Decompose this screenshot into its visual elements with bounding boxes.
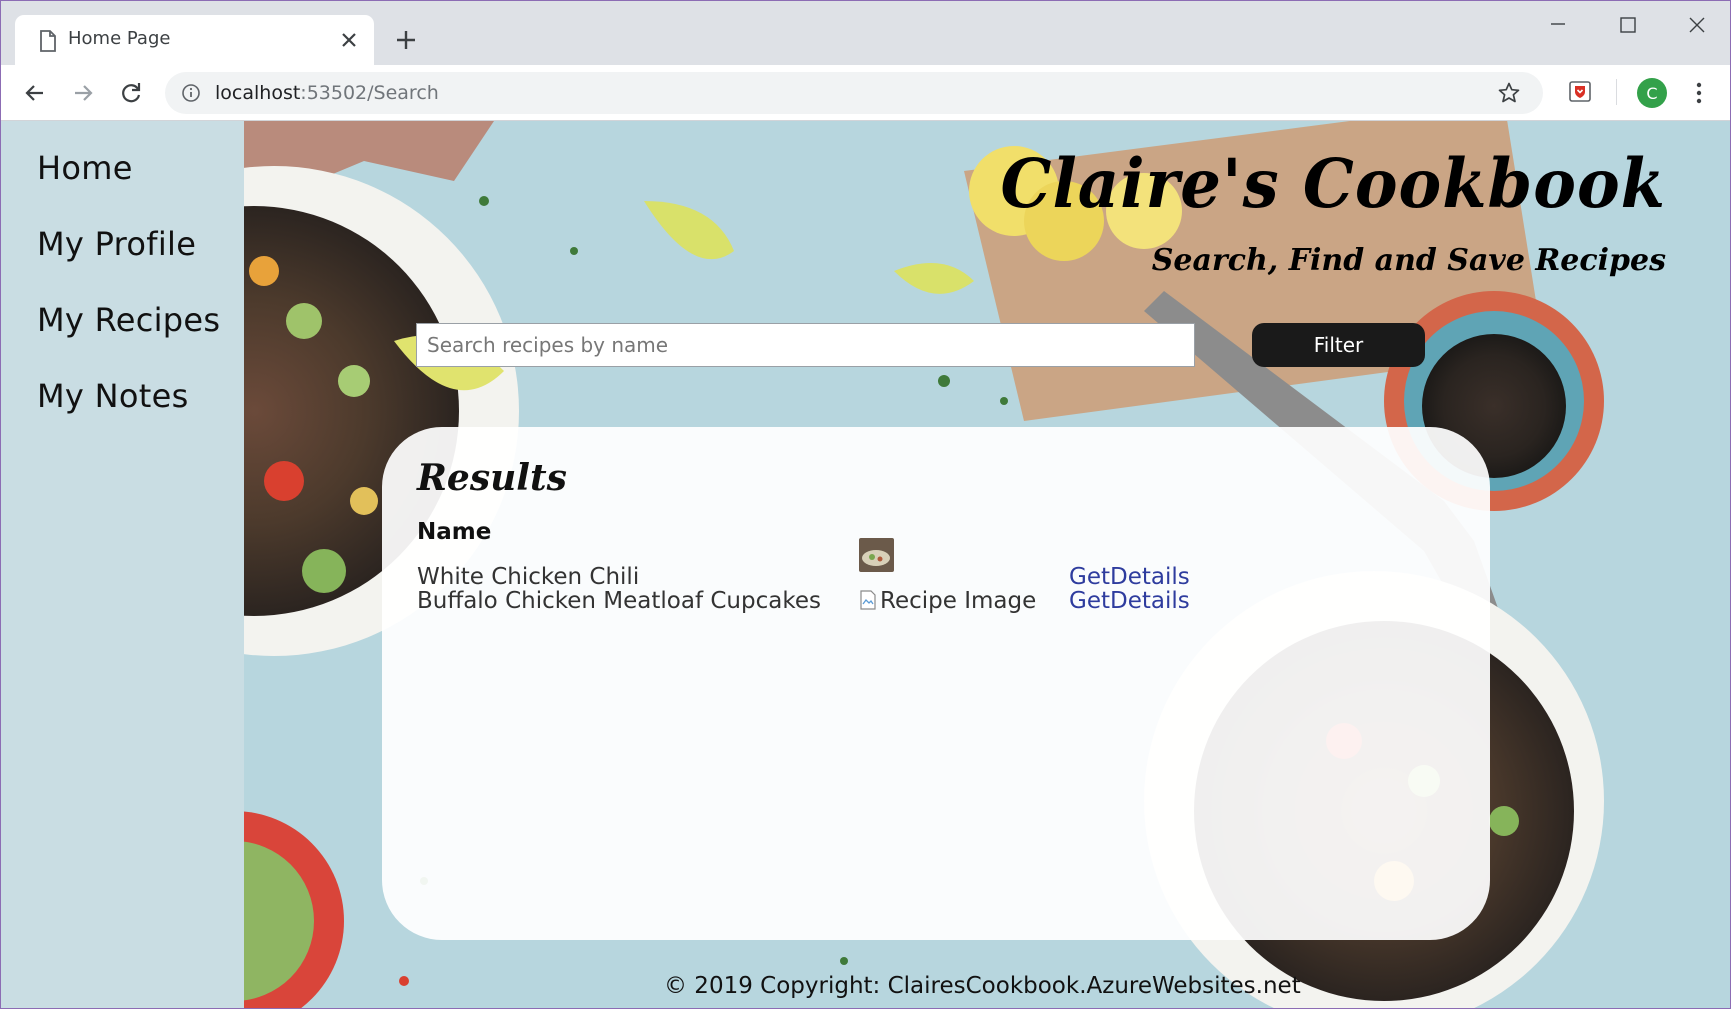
sidebar-nav: Home My Profile My Recipes My Notes bbox=[1, 121, 244, 1008]
tab-strip: Home Page bbox=[1, 1, 1730, 65]
maximize-icon[interactable] bbox=[1602, 9, 1654, 49]
recipe-image-broken: Recipe Image bbox=[859, 588, 1036, 614]
url-host: localhost bbox=[215, 82, 301, 104]
extension-shield-icon[interactable] bbox=[1566, 77, 1594, 105]
back-icon[interactable] bbox=[21, 79, 49, 107]
recipe-name: White Chicken Chili bbox=[417, 564, 640, 590]
browser-toolbar: localhost:53502/Search bbox=[1, 65, 1730, 121]
recipe-image-alt-text: Recipe Image bbox=[880, 588, 1037, 614]
info-icon[interactable] bbox=[181, 83, 201, 103]
site-title: Claire's Cookbook bbox=[1000, 145, 1666, 224]
bookmark-star-icon[interactable] bbox=[1497, 81, 1521, 105]
minimize-icon[interactable] bbox=[1532, 9, 1584, 49]
table-row: White Chicken Chili GetDetails bbox=[417, 538, 1457, 590]
sidebar-item-my-recipes[interactable]: My Recipes bbox=[37, 301, 220, 339]
get-details-link[interactable]: GetDetails bbox=[1069, 564, 1190, 590]
browser-tab[interactable]: Home Page bbox=[15, 15, 374, 65]
results-heading: Results bbox=[417, 457, 567, 499]
tab-title: Home Page bbox=[68, 28, 171, 49]
sidebar-item-home[interactable]: Home bbox=[37, 149, 133, 187]
toolbar-separator bbox=[1616, 79, 1617, 105]
table-row: Buffalo Chicken Meatloaf Cupcakes Recipe… bbox=[417, 588, 1457, 614]
hero-background: Claire's Cookbook Search, Find and Save … bbox=[244, 121, 1730, 1008]
broken-image-icon bbox=[860, 590, 876, 610]
sidebar-item-my-profile[interactable]: My Profile bbox=[37, 225, 196, 263]
site-subtitle: Search, Find and Save Recipes bbox=[1151, 243, 1666, 278]
page-icon bbox=[40, 30, 56, 52]
browser-menu-icon[interactable] bbox=[1685, 79, 1713, 107]
recipe-name: Buffalo Chicken Meatloaf Cupcakes bbox=[417, 588, 821, 614]
page-viewport: Home My Profile My Recipes My Notes Clai… bbox=[1, 121, 1730, 1008]
browser-window: Home Page localhost:53502/Search C Home … bbox=[0, 0, 1731, 1009]
filter-button[interactable]: Filter bbox=[1252, 323, 1425, 367]
results-panel: Results Name White Chicken Chili GetDeta… bbox=[382, 427, 1490, 940]
address-bar[interactable]: localhost:53502/Search bbox=[165, 72, 1543, 114]
sidebar-item-my-notes[interactable]: My Notes bbox=[37, 377, 189, 415]
url-text[interactable]: localhost:53502/Search bbox=[215, 82, 439, 104]
new-tab-icon[interactable] bbox=[393, 27, 419, 53]
recipe-thumbnail-image bbox=[859, 538, 894, 572]
footer-copyright: © 2019 Copyright: ClairesCookbook.AzureW… bbox=[664, 973, 1301, 999]
column-header-name: Name bbox=[417, 519, 492, 545]
get-details-link[interactable]: GetDetails bbox=[1069, 588, 1190, 614]
reload-icon[interactable] bbox=[117, 79, 145, 107]
close-window-icon[interactable] bbox=[1671, 9, 1723, 49]
close-tab-icon[interactable] bbox=[338, 29, 360, 51]
forward-icon[interactable] bbox=[69, 79, 97, 107]
url-path: :53502/Search bbox=[300, 82, 439, 104]
profile-avatar[interactable]: C bbox=[1637, 78, 1667, 108]
search-input[interactable] bbox=[416, 323, 1195, 367]
